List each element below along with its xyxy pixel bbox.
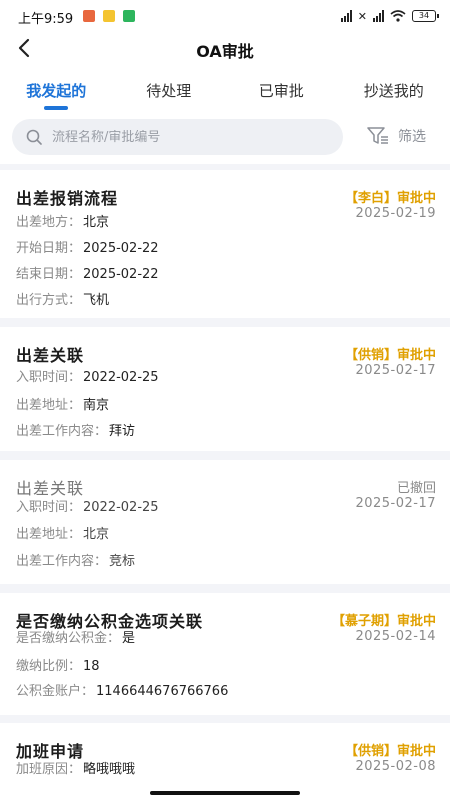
signal-icon-2 (373, 10, 384, 22)
field-label: 是否缴纳公积金： (16, 631, 121, 646)
field-value: 拜访 (109, 424, 136, 439)
active-tab-indicator (44, 106, 69, 110)
status-badge: 已撤回 (396, 481, 436, 496)
approval-card[interactable]: 出差关联 已撤回 2025-02-17 入职时间： 2022-02-25 出差地址… (0, 460, 450, 584)
card-title: 出差报销流程 (16, 189, 119, 208)
field-label: 结束日期： (16, 267, 82, 282)
tab-approved[interactable]: 已审批 (225, 64, 338, 116)
status-badge: 【供销】审批中 (344, 744, 436, 759)
field-value: 18 (83, 659, 100, 674)
field-label: 出差工作内容： (16, 424, 108, 439)
card-field: 缴纳比例： 18 (16, 655, 100, 674)
card-field: 出行方式： 飞机 (16, 289, 109, 308)
card-field: 出差地址： 南京 (16, 394, 109, 413)
card-field: 结束日期： 2025-02-22 (16, 263, 159, 282)
card-field: 加班原因： 略哦哦哦 (16, 758, 135, 777)
field-label: 入职时间： (16, 500, 82, 515)
field-value: 1146644676766766 (96, 684, 229, 699)
field-label: 出差地址： (16, 527, 82, 542)
card-field: 公积金账户： 1146644676766766 (16, 680, 228, 699)
field-value: 北京 (83, 215, 110, 230)
status-bar: 上午9:59 ✕ 34 (0, 0, 450, 32)
filter-label: 筛选 (398, 129, 426, 145)
approval-card[interactable]: 出差报销流程 【李白】审批中 2025-02-19 出差地方： 北京 开始日期： 2… (0, 170, 450, 318)
card-field: 开始日期： 2025-02-22 (16, 237, 159, 256)
message-notification-icon (103, 10, 115, 22)
home-indicator[interactable] (150, 791, 300, 795)
field-label: 出差地址： (16, 398, 82, 413)
card-field: 入职时间： 2022-02-25 (16, 366, 159, 385)
filter-icon (367, 127, 388, 144)
approval-list: 出差报销流程 【李白】审批中 2025-02-19 出差地方： 北京 开始日期： 2… (0, 170, 450, 800)
nav-bar: OA审批 (0, 32, 450, 64)
field-value: 竞标 (109, 554, 136, 569)
card-field: 出差工作内容： 竞标 (16, 550, 135, 569)
field-value: 2022-02-25 (83, 500, 159, 515)
field-label: 开始日期： (16, 241, 82, 256)
field-label: 出差工作内容： (16, 554, 108, 569)
field-label: 出行方式： (16, 293, 82, 308)
approval-card[interactable]: 加班申请 【供销】审批中 2025-02-08 加班原因： 略哦哦哦 (0, 723, 450, 800)
status-badge: 【慕子期】审批中 (331, 614, 436, 629)
search-icon (26, 129, 42, 145)
card-date: 2025-02-14 (355, 629, 436, 644)
field-value: 2022-02-25 (83, 370, 159, 385)
card-field: 是否缴纳公积金：是 (16, 627, 135, 646)
field-value: 2025-02-22 (83, 241, 159, 256)
field-label: 加班原因： (16, 762, 82, 777)
field-value: 是 (122, 631, 136, 646)
tab-cc-me[interactable]: 抄送我的 (338, 64, 450, 116)
card-field: 出差地方： 北京 (16, 211, 109, 230)
tab-label: 抄送我的 (363, 82, 424, 100)
status-badge: 【供销】审批中 (344, 348, 436, 363)
card-date: 2025-02-17 (355, 496, 436, 511)
signal-icon (340, 10, 352, 22)
card-field: 出差地址： 北京 (16, 523, 109, 542)
approval-card[interactable]: 出差关联 【供销】审批中 2025-02-17 入职时间： 2022-02-25 … (0, 327, 450, 451)
search-box[interactable] (12, 119, 343, 155)
tab-bar: 我发起的 待处理 已审批 抄送我的 (0, 64, 450, 116)
card-title: 出差关联 (16, 346, 85, 365)
tab-label: 待处理 (146, 82, 192, 100)
wifi-icon (390, 10, 406, 22)
field-value: 北京 (83, 527, 110, 542)
battery-icon: 34 (412, 10, 439, 22)
field-label: 缴纳比例： (16, 659, 82, 674)
tab-pending[interactable]: 待处理 (113, 64, 226, 116)
field-value: 2025-02-22 (83, 267, 159, 282)
card-date: 2025-02-08 (355, 759, 436, 774)
field-value: 略哦哦哦 (83, 762, 136, 777)
tab-my-initiated[interactable]: 我发起的 (0, 64, 113, 116)
search-input[interactable] (52, 129, 312, 145)
tab-label: 我发起的 (26, 82, 87, 100)
approval-card[interactable]: 是否缴纳公积金选项关联 【慕子期】审批中 2025-02-14 是否缴纳公积金：… (0, 593, 450, 715)
card-field: 入职时间： 2022-02-25 (16, 496, 159, 515)
field-value: 飞机 (83, 293, 110, 308)
status-badge: 【李白】审批中 (344, 191, 436, 206)
field-label: 出差地方： (16, 215, 82, 230)
field-label: 公积金账户： (16, 684, 95, 699)
field-label: 入职时间： (16, 370, 82, 385)
card-date: 2025-02-17 (355, 363, 436, 378)
status-time: 上午9:59 (18, 12, 74, 27)
page-title: OA审批 (196, 42, 254, 61)
phone-notification-icon (123, 10, 135, 22)
filter-button[interactable]: 筛选 (366, 126, 426, 146)
tab-label: 已审批 (258, 82, 304, 100)
card-field: 出差工作内容： 拜访 (16, 420, 135, 439)
status-indicators: ✕ 34 (340, 7, 439, 25)
field-value: 南京 (83, 398, 110, 413)
card-date: 2025-02-19 (355, 206, 436, 221)
search-row: 筛选 (0, 116, 450, 164)
notification-app-icon (83, 10, 95, 22)
call-off-icon: ✕ (357, 9, 367, 23)
